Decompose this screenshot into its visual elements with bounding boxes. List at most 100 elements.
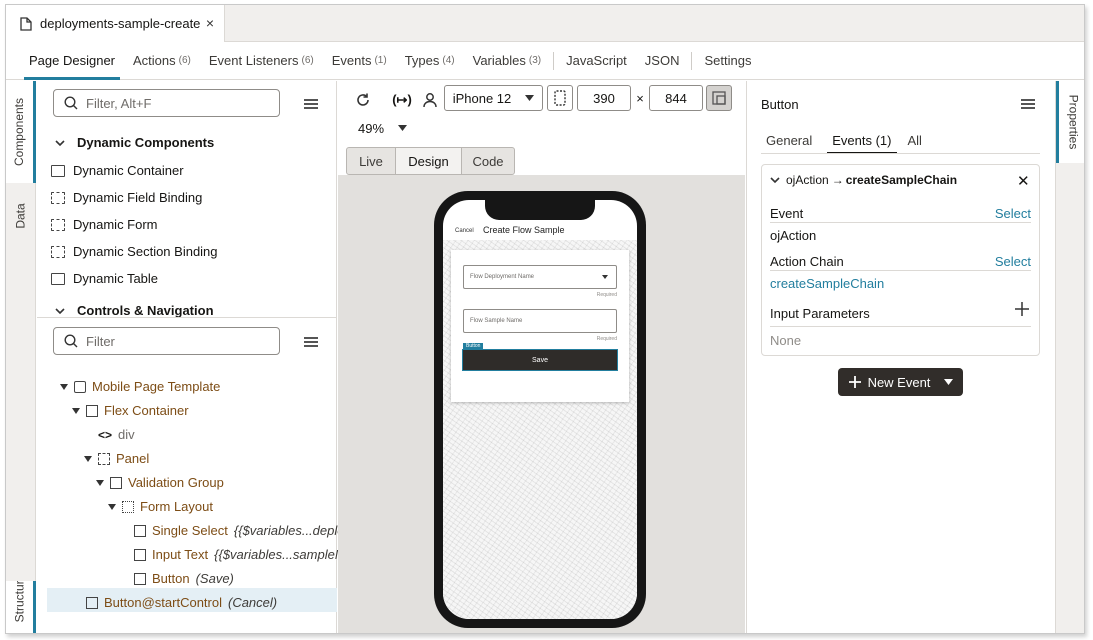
designer-nav: Page Designer Actions (6) Event Listeners…: [6, 42, 1084, 80]
caret-down-icon: [398, 125, 408, 131]
components-panel: Filter, Alt+F Dynamic Components Dynamic…: [37, 81, 351, 633]
tree-node-input-text[interactable]: Input Text {{$variables...sampleN: [134, 547, 344, 562]
phone-form-card: Flow Deployment Name Required Flow Sampl…: [451, 250, 629, 402]
search-icon: [64, 96, 78, 110]
tree-node-flex-container[interactable]: Flex Container: [72, 403, 189, 418]
event-card-header[interactable]: ojAction → createSampleChain: [770, 173, 957, 187]
nav-divider: [553, 51, 555, 70]
mode-design-button[interactable]: Design: [395, 147, 462, 175]
field-divider: [770, 326, 1031, 327]
dynamic-table-icon: [51, 272, 65, 285]
chevron-down-icon: [770, 177, 780, 184]
phone-frame: Cancel Create Flow Sample Flow Deploymen…: [434, 191, 646, 628]
refresh-icon[interactable]: [352, 87, 374, 113]
tab-event-listeners[interactable]: Event Listeners (6): [200, 42, 323, 80]
single-select-icon: [134, 524, 146, 537]
component-dynamic-table[interactable]: Dynamic Table: [51, 271, 158, 286]
properties-menu-icon[interactable]: [1021, 99, 1035, 109]
structure-menu-icon[interactable]: [304, 337, 318, 347]
button-icon: [86, 596, 98, 609]
tree-node-panel[interactable]: Panel: [84, 451, 149, 466]
field-divider: [770, 270, 1031, 271]
expand-triangle-icon[interactable]: [72, 407, 80, 414]
component-dynamic-field-binding[interactable]: Dynamic Field Binding: [51, 190, 202, 205]
add-parameter-icon[interactable]: [1014, 301, 1030, 320]
remove-event-icon[interactable]: ✕: [1017, 172, 1030, 190]
expand-triangle-icon[interactable]: [84, 455, 92, 462]
component-dynamic-form[interactable]: Dynamic Form: [51, 217, 158, 232]
tab-events[interactable]: Events (1): [323, 42, 396, 80]
tab-actions[interactable]: Actions (6): [124, 42, 200, 80]
dynamic-form-icon: [51, 218, 65, 231]
new-event-button[interactable]: New Event: [838, 368, 963, 396]
tab-events-properties[interactable]: Events (1): [827, 127, 897, 154]
phone-save-button[interactable]: Save: [462, 349, 618, 371]
user-icon[interactable]: [420, 87, 440, 113]
event-select-link[interactable]: Select: [995, 206, 1031, 221]
tab-variables[interactable]: Variables (3): [464, 42, 550, 80]
tree-node-form-layout[interactable]: Form Layout: [108, 499, 213, 514]
required-hint: Required: [596, 292, 617, 298]
tab-all[interactable]: All: [903, 127, 927, 153]
tree-node-mobile-page-template[interactable]: Mobile Page Template: [60, 379, 220, 394]
close-tab-icon[interactable]: ×: [206, 15, 214, 31]
input-text-icon: [134, 548, 146, 561]
rail-tab-structure[interactable]: Structure: [6, 581, 36, 633]
phone-screen: Cancel Create Flow Sample Flow Deploymen…: [443, 200, 637, 619]
height-input[interactable]: 844: [649, 85, 703, 111]
phone-cancel-link[interactable]: Cancel: [455, 228, 474, 234]
section-controls-navigation[interactable]: Controls & Navigation: [55, 303, 214, 318]
rail-tab-properties[interactable]: Properties: [1056, 81, 1084, 163]
caret-down-icon: [602, 275, 608, 279]
panel-divider[interactable]: [37, 317, 337, 318]
component-dynamic-section-binding[interactable]: Dynamic Section Binding: [51, 244, 218, 259]
expand-triangle-icon[interactable]: [96, 479, 104, 486]
components-menu-icon[interactable]: [304, 99, 318, 109]
dimension-times: ×: [636, 90, 644, 106]
zoom-select[interactable]: 49%: [358, 115, 408, 141]
tree-node-button-cancel[interactable]: Button @startControl (Cancel): [86, 595, 277, 610]
rail-tab-data[interactable]: Data: [6, 185, 36, 247]
flow-deployment-select[interactable]: Flow Deployment Name: [463, 265, 617, 289]
variables-toggle-icon[interactable]: (↦): [390, 87, 414, 113]
action-chain-select-link[interactable]: Select: [995, 254, 1031, 269]
button-icon: [134, 572, 146, 585]
file-tab[interactable]: deployments-sample-create ×: [6, 5, 225, 42]
panel-icon: [98, 452, 110, 465]
mode-code-button[interactable]: Code: [461, 147, 515, 175]
device-select[interactable]: iPhone 12: [444, 85, 543, 111]
component-dynamic-container[interactable]: Dynamic Container: [51, 163, 184, 178]
tabs-underline: [761, 153, 1040, 154]
dynamic-field-binding-icon: [51, 191, 65, 204]
flex-container-icon: [86, 404, 98, 417]
tab-page-designer[interactable]: Page Designer: [20, 42, 124, 80]
dynamic-container-icon: [51, 164, 65, 177]
fit-screen-icon[interactable]: [706, 85, 732, 111]
tree-node-button-save[interactable]: Button (Save): [134, 571, 234, 586]
section-dynamic-components[interactable]: Dynamic Components: [55, 135, 214, 150]
expand-triangle-icon[interactable]: [108, 503, 116, 510]
structure-filter-input[interactable]: Filter: [53, 327, 280, 355]
mode-live-button[interactable]: Live: [346, 147, 396, 175]
width-input[interactable]: 390: [577, 85, 631, 111]
chevron-down-icon: [55, 307, 65, 314]
search-icon: [64, 334, 78, 348]
expand-triangle-icon[interactable]: [60, 383, 68, 390]
tree-node-single-select[interactable]: Single Select {{$variables...deploy: [134, 523, 351, 538]
tab-json[interactable]: JSON: [636, 42, 689, 80]
components-filter-input[interactable]: Filter, Alt+F: [53, 89, 280, 117]
flow-sample-name-input[interactable]: Flow Sample Name: [463, 309, 617, 333]
tab-javascript[interactable]: JavaScript: [557, 42, 636, 80]
orientation-icon[interactable]: [547, 85, 573, 111]
rail-tab-components[interactable]: Components: [6, 81, 36, 183]
action-chain-link[interactable]: createSampleChain: [770, 276, 884, 291]
tab-types[interactable]: Types (4): [396, 42, 464, 80]
file-icon: [20, 16, 32, 31]
properties-title: Button: [761, 97, 799, 112]
tab-general[interactable]: General: [761, 127, 817, 153]
tab-settings[interactable]: Settings: [695, 42, 760, 80]
input-parameters-label: Input Parameters: [770, 306, 870, 321]
tree-node-div[interactable]: <> div: [98, 427, 135, 442]
tree-node-validation-group[interactable]: Validation Group: [96, 475, 224, 490]
code-icon: <>: [98, 427, 113, 442]
